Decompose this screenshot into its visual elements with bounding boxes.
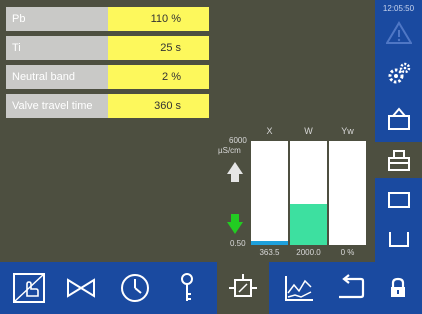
right-sidebar: 12:05:50: [375, 0, 422, 262]
column-header-w: W: [304, 126, 313, 136]
controller-icon[interactable]: [217, 262, 269, 314]
bar-column-w: [290, 141, 327, 245]
param-label: Neutral band: [6, 65, 108, 89]
param-row-valve-travel-time[interactable]: Valve travel time 360 s: [6, 94, 209, 118]
warning-icon[interactable]: [375, 16, 422, 50]
param-row-neutral-band[interactable]: Neutral band 2 %: [6, 65, 209, 89]
column-header-x: X: [266, 126, 273, 136]
manual-operation-icon[interactable]: [8, 262, 50, 314]
panel-open-icon[interactable]: [375, 102, 422, 136]
param-label: Pb: [6, 7, 108, 31]
tray-icon[interactable]: [375, 222, 422, 256]
param-label: Valve travel time: [6, 94, 108, 118]
bar-column-yw: [329, 141, 366, 245]
bottom-toolbar: [0, 262, 422, 314]
clock: 12:05:50: [382, 4, 415, 13]
param-value[interactable]: 360 s: [108, 94, 209, 118]
return-icon[interactable]: [329, 262, 371, 314]
param-row-ti[interactable]: Ti 25 s: [6, 36, 209, 60]
bar-w: [290, 203, 327, 245]
y-axis-min-label: 0.50: [230, 239, 246, 248]
scale-up-arrow-icon[interactable]: [226, 160, 244, 186]
column-header-yw: Yw: [341, 126, 354, 136]
param-value[interactable]: 110 %: [108, 7, 209, 31]
window-icon[interactable]: [375, 183, 422, 217]
valve-icon[interactable]: [60, 262, 102, 314]
bar-value-yw: 0 %: [340, 248, 355, 257]
scale-down-arrow-icon[interactable]: [226, 212, 244, 238]
param-label: Ti: [6, 36, 108, 60]
key-icon[interactable]: [166, 262, 208, 314]
panel-active-icon[interactable]: [375, 142, 422, 178]
clock-icon[interactable]: [114, 262, 156, 314]
param-row-pb[interactable]: Pb 110 %: [6, 7, 209, 31]
settings-gears-icon[interactable]: [375, 57, 422, 91]
bar-value-w: 2000.0: [296, 248, 321, 257]
trend-chart-icon[interactable]: [278, 262, 320, 314]
bar-column-x: [251, 141, 288, 245]
y-axis-unit-label: µS/cm: [218, 146, 241, 155]
lock-icon[interactable]: [378, 262, 418, 314]
param-value[interactable]: 2 %: [108, 65, 209, 89]
bar-x: [251, 241, 288, 245]
bar-value-x: 363.5: [259, 248, 280, 257]
y-axis-max-label: 6000: [229, 136, 247, 145]
param-value[interactable]: 25 s: [108, 36, 209, 60]
